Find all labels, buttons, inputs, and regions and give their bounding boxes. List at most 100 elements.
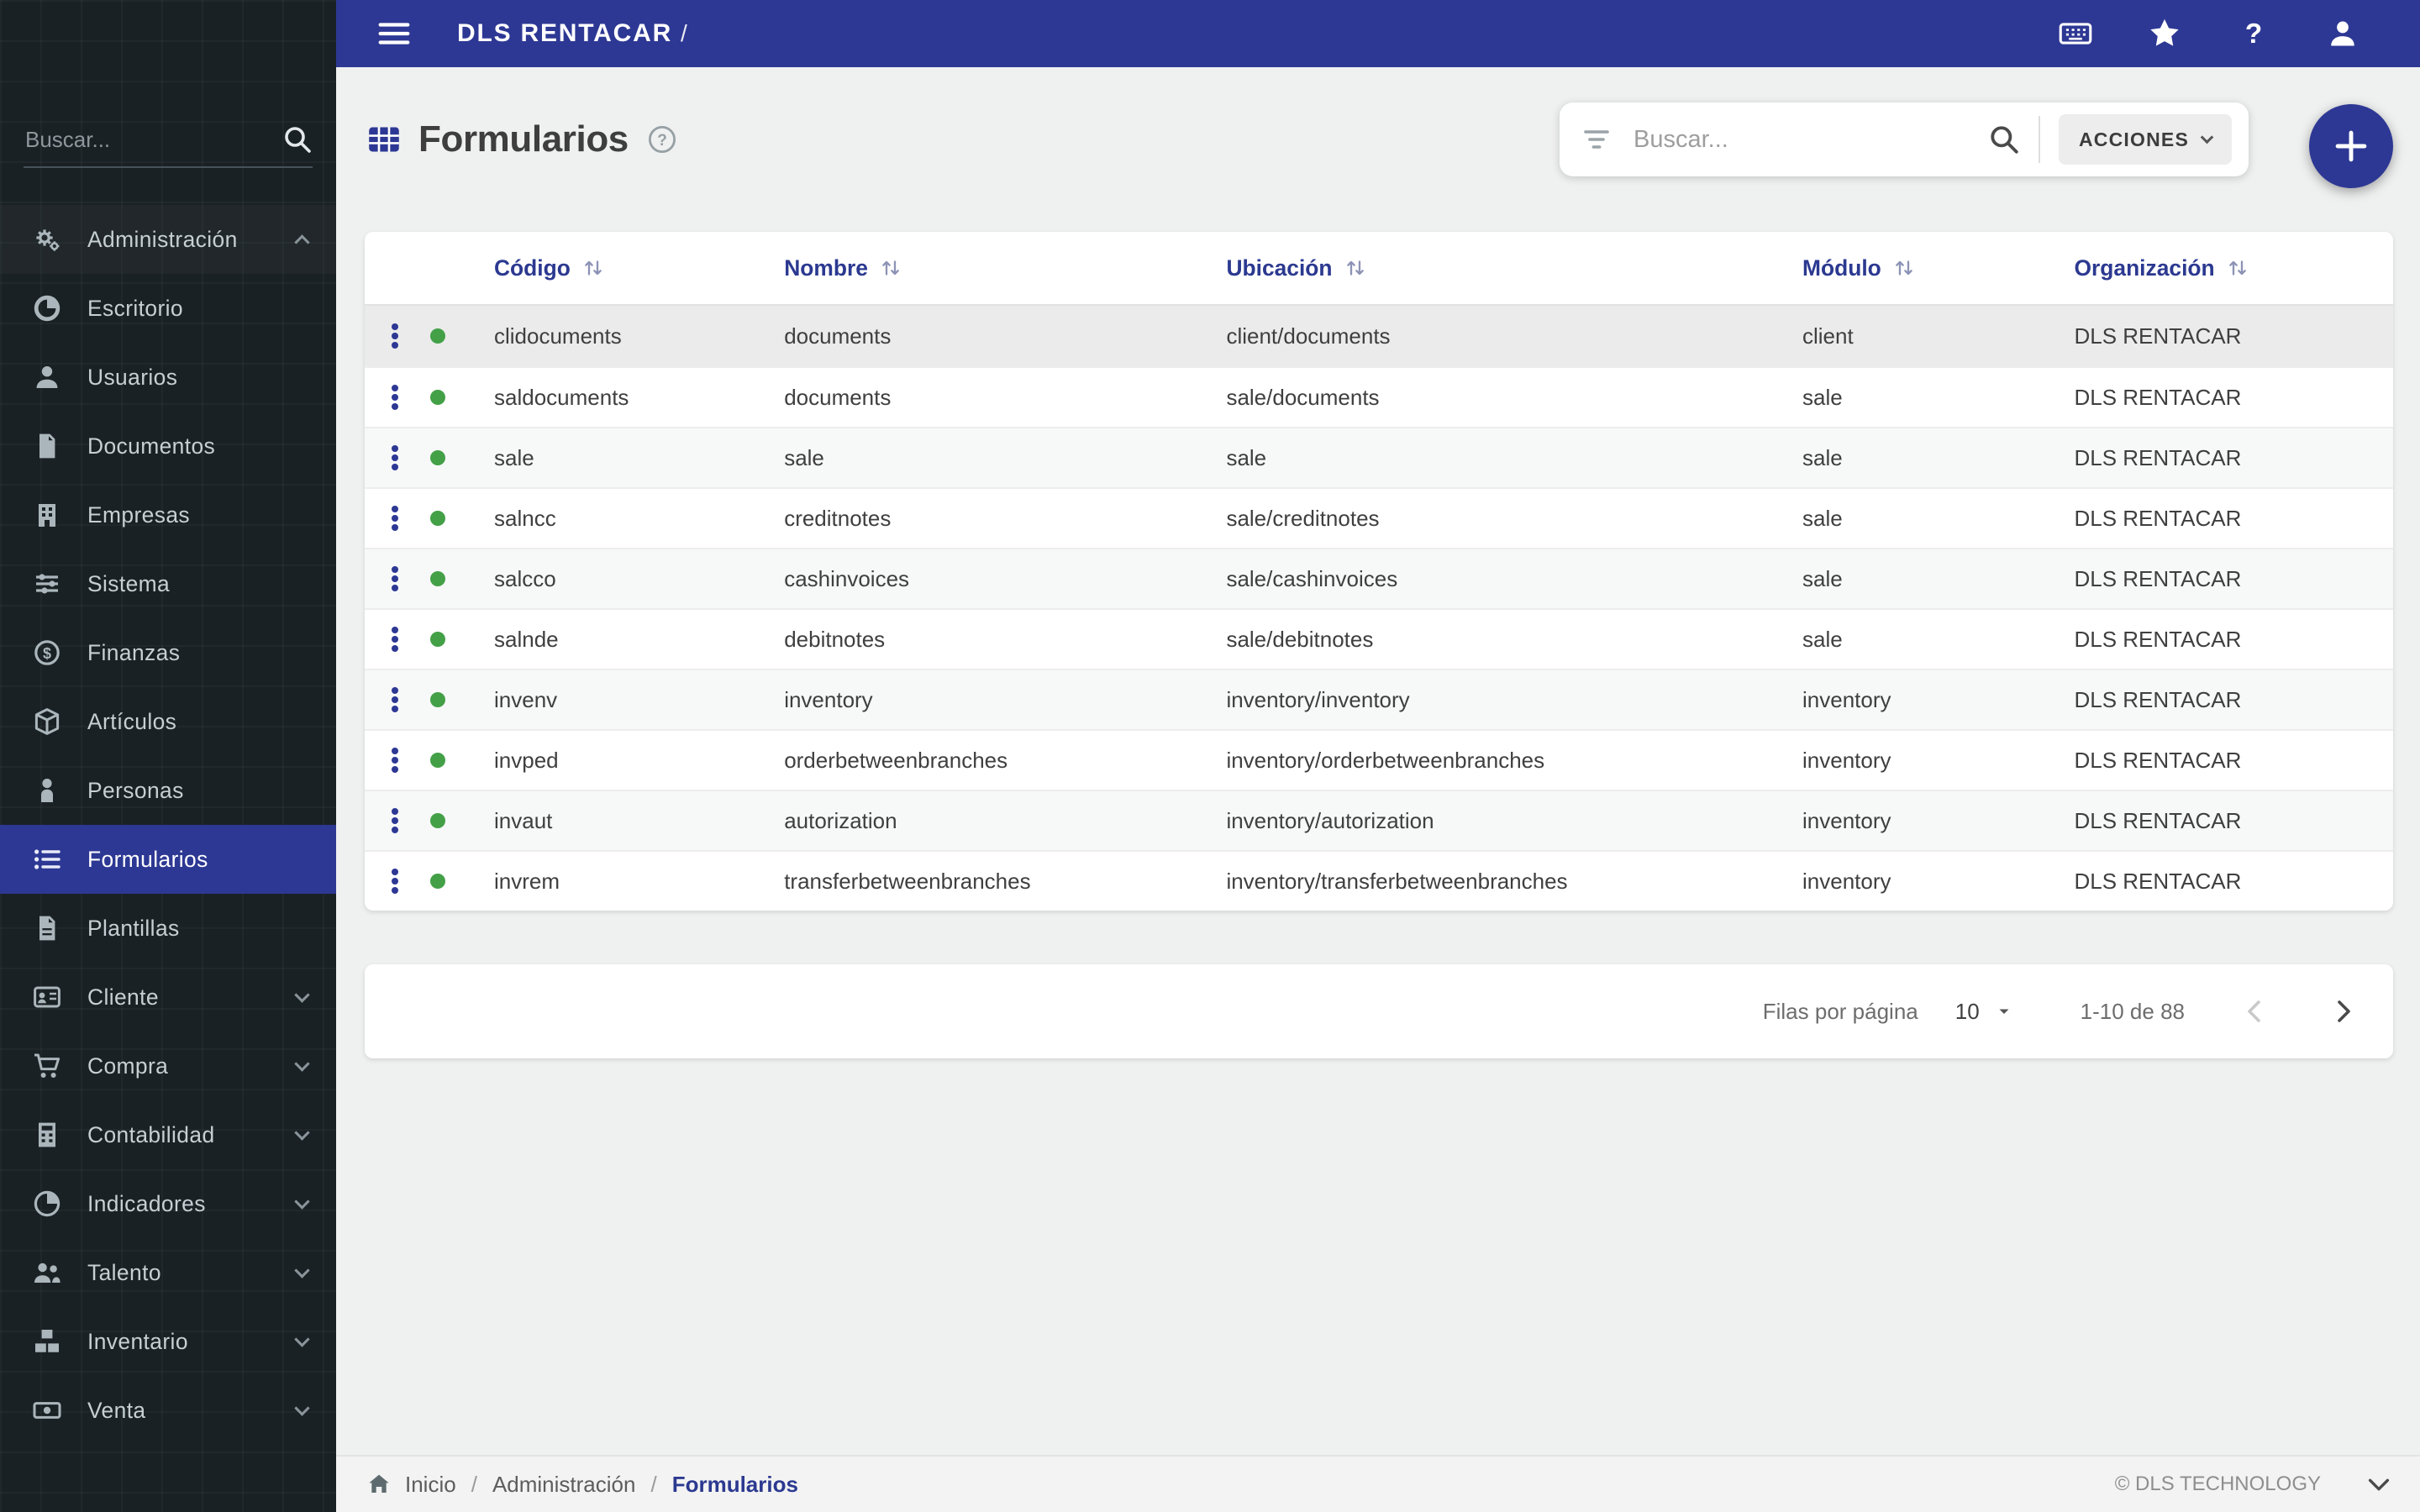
row-actions-menu-icon[interactable] bbox=[365, 489, 425, 548]
sidebar-item[interactable]: Artículos bbox=[0, 687, 336, 756]
gauge-icon bbox=[32, 1189, 62, 1219]
cell-ubicacion: inventory/autorization bbox=[1226, 808, 1802, 834]
table-row[interactable]: invaut autorization inventory/autorizati… bbox=[365, 790, 2393, 850]
column-header[interactable]: Organización bbox=[2074, 255, 2393, 281]
breadcrumb-separator: / bbox=[681, 20, 687, 47]
user-icon[interactable] bbox=[2326, 17, 2360, 50]
row-actions-menu-icon[interactable] bbox=[365, 731, 425, 790]
table-icon bbox=[365, 123, 403, 156]
cell-organizacion: DLS RENTACAR bbox=[2074, 808, 2393, 834]
chevron-down-icon bbox=[2201, 130, 2214, 144]
cell-nombre: sale bbox=[784, 445, 1226, 471]
help-icon[interactable] bbox=[2237, 17, 2270, 50]
row-actions-menu-icon[interactable] bbox=[365, 610, 425, 669]
search-icon[interactable] bbox=[1988, 123, 2020, 155]
search-icon[interactable] bbox=[282, 124, 313, 155]
sidebar-search-input[interactable] bbox=[24, 126, 282, 154]
sidebar-item[interactable]: Finanzas bbox=[0, 618, 336, 687]
sidebar-item[interactable]: Empresas bbox=[0, 480, 336, 549]
column-header[interactable]: Código bbox=[494, 255, 784, 281]
sidebar-item[interactable]: Sistema bbox=[0, 549, 336, 618]
sidebar-item[interactable]: Personas bbox=[0, 756, 336, 825]
table-row[interactable]: invenv inventory inventory/inventory inv… bbox=[365, 669, 2393, 729]
cell-modulo: inventory bbox=[1802, 808, 2074, 834]
status-dot-icon bbox=[430, 390, 445, 405]
sidebar-item[interactable]: Administración bbox=[0, 205, 336, 274]
caret-down-icon bbox=[1995, 1002, 2013, 1021]
cell-organizacion: DLS RENTACAR bbox=[2074, 385, 2393, 411]
chevron-icon bbox=[294, 1125, 309, 1140]
add-button[interactable] bbox=[2309, 104, 2393, 188]
sidebar-item[interactable]: Formularios bbox=[0, 825, 336, 894]
table-row[interactable]: clidocuments documents client/documents … bbox=[365, 306, 2393, 366]
sidebar-item[interactable]: Contabilidad bbox=[0, 1100, 336, 1169]
filter-icon[interactable] bbox=[1581, 124, 1612, 155]
sidebar-item[interactable]: Compra bbox=[0, 1032, 336, 1100]
previous-page-button[interactable] bbox=[2238, 995, 2272, 1028]
sidebar-menu: Administración Escritorio Usuarios bbox=[0, 205, 336, 1445]
sort-icon[interactable] bbox=[1891, 255, 1917, 281]
table-row[interactable]: salncc creditnotes sale/creditnotes sale… bbox=[365, 487, 2393, 548]
sidebar-item[interactable]: Documentos bbox=[0, 412, 336, 480]
actions-button[interactable]: ACCIONES bbox=[2059, 114, 2232, 165]
breadcrumb-item[interactable]: Inicio / bbox=[405, 1472, 492, 1498]
sidebar-item[interactable]: Escritorio bbox=[0, 274, 336, 343]
column-header[interactable]: Nombre bbox=[784, 255, 1226, 281]
rows-per-page-select[interactable]: 10 bbox=[1955, 999, 2013, 1025]
cell-nombre: cashinvoices bbox=[784, 566, 1226, 592]
row-actions-menu-icon[interactable] bbox=[365, 549, 425, 608]
cell-ubicacion: sale/cashinvoices bbox=[1226, 566, 1802, 592]
table-row[interactable]: sale sale sale sale DLS RENTACAR bbox=[365, 427, 2393, 487]
sidebar-item-label: Documentos bbox=[87, 433, 308, 459]
row-actions-menu-icon[interactable] bbox=[365, 852, 425, 911]
sidebar-item[interactable]: Indicadores bbox=[0, 1169, 336, 1238]
sidebar: Administración Escritorio Usuarios bbox=[0, 0, 336, 1512]
cell-ubicacion: sale/debitnotes bbox=[1226, 627, 1802, 653]
sort-icon[interactable] bbox=[2225, 255, 2250, 281]
sidebar-item[interactable]: Venta bbox=[0, 1376, 336, 1445]
next-page-button[interactable] bbox=[2326, 995, 2360, 1028]
sidebar-item-label: Inventario bbox=[87, 1329, 297, 1355]
home-icon[interactable] bbox=[366, 1472, 392, 1497]
row-status bbox=[425, 692, 494, 707]
row-actions-menu-icon[interactable] bbox=[365, 306, 425, 366]
keyboard-icon[interactable] bbox=[2059, 17, 2092, 50]
table-search-input[interactable] bbox=[1632, 125, 1988, 155]
table-row[interactable]: invrem transferbetweenbranches inventory… bbox=[365, 850, 2393, 911]
row-actions-menu-icon[interactable] bbox=[365, 368, 425, 427]
breadcrumb-item[interactable]: Formularios / bbox=[672, 1472, 798, 1498]
table-row[interactable]: salnde debitnotes sale/debitnotes sale D… bbox=[365, 608, 2393, 669]
sidebar-item-label: Indicadores bbox=[87, 1191, 297, 1217]
breadcrumb-item[interactable]: Administración / bbox=[492, 1472, 672, 1498]
table-row[interactable]: invped orderbetweenbranches inventory/or… bbox=[365, 729, 2393, 790]
row-actions-menu-icon[interactable] bbox=[365, 670, 425, 729]
row-status bbox=[425, 511, 494, 526]
sidebar-item[interactable]: Talento bbox=[0, 1238, 336, 1307]
row-actions-menu-icon[interactable] bbox=[365, 428, 425, 487]
sidebar-item[interactable]: Usuarios bbox=[0, 343, 336, 412]
status-dot-icon bbox=[430, 874, 445, 889]
finance-icon bbox=[32, 638, 62, 668]
table-row[interactable]: salcco cashinvoices sale/cashinvoices sa… bbox=[365, 548, 2393, 608]
star-icon[interactable] bbox=[2148, 17, 2181, 50]
sidebar-item-label: Sistema bbox=[87, 571, 308, 597]
column-header[interactable]: Módulo bbox=[1802, 255, 2074, 281]
forms-table: Código Nombre Ubicación bbox=[365, 232, 2393, 911]
footer-collapse-button[interactable] bbox=[2365, 1470, 2393, 1499]
sidebar-item-label: Personas bbox=[87, 778, 308, 804]
hamburger-menu-icon[interactable] bbox=[376, 16, 412, 51]
row-actions-menu-icon[interactable] bbox=[365, 791, 425, 850]
sort-icon[interactable] bbox=[581, 255, 606, 281]
table-row[interactable]: saldocuments documents sale/documents sa… bbox=[365, 366, 2393, 427]
chevron-icon bbox=[294, 1194, 309, 1209]
column-header[interactable]: Ubicación bbox=[1226, 255, 1802, 281]
status-dot-icon bbox=[430, 571, 445, 586]
sidebar-item[interactable]: Plantillas bbox=[0, 894, 336, 963]
cell-ubicacion: sale/documents bbox=[1226, 385, 1802, 411]
sidebar-item[interactable]: Inventario bbox=[0, 1307, 336, 1376]
sidebar-item[interactable]: Cliente bbox=[0, 963, 336, 1032]
page-help-icon[interactable] bbox=[647, 124, 677, 155]
row-status bbox=[425, 632, 494, 647]
sort-icon[interactable] bbox=[1343, 255, 1368, 281]
sort-icon[interactable] bbox=[878, 255, 903, 281]
